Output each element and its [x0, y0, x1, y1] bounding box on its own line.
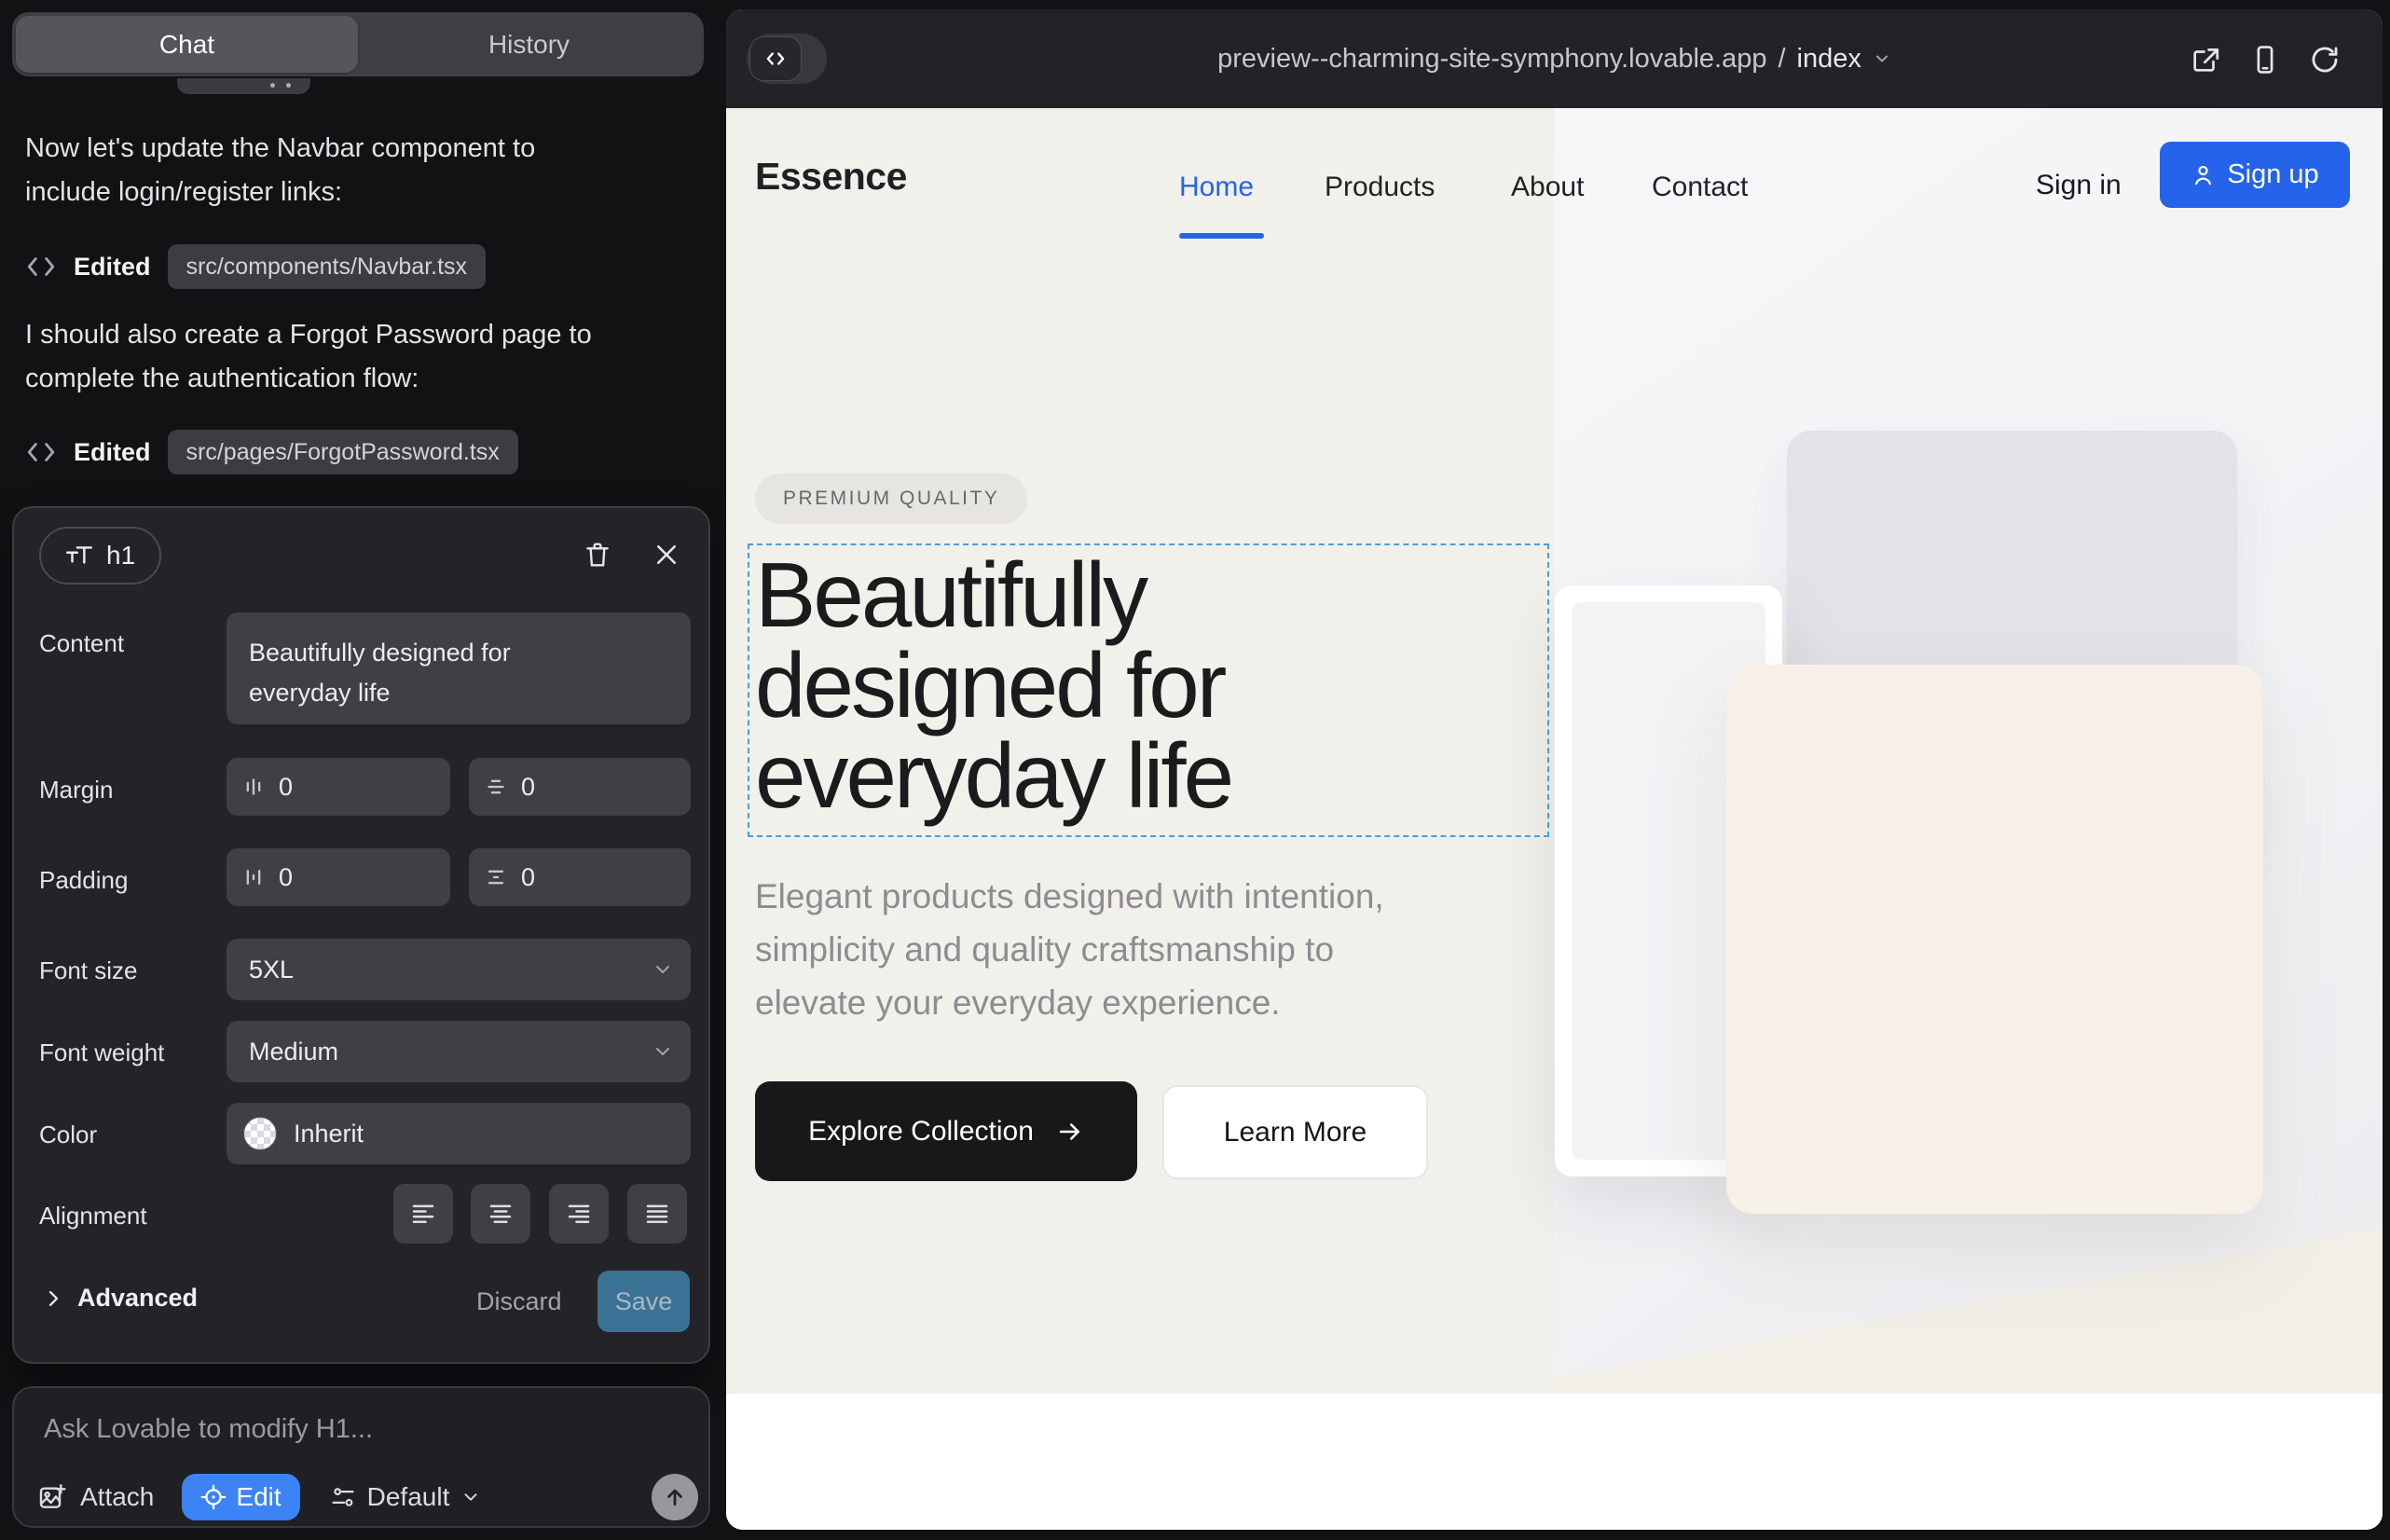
tab-history[interactable]: History: [358, 16, 700, 73]
code-icon: [25, 251, 57, 282]
element-editor-panel: h1 Content Beautifully designed for ever…: [12, 506, 710, 1364]
image-plus-icon: [37, 1482, 67, 1512]
composer-toolbar: Attach Edit Default: [37, 1474, 481, 1520]
nav-products[interactable]: Products: [1325, 172, 1435, 203]
premium-quality-badge: PREMIUM QUALITY: [755, 474, 1027, 524]
chat-message: Now let's update the Navbar component to…: [25, 127, 608, 214]
preview-pane: preview--charming-site-symphony.lovable.…: [726, 9, 2383, 1530]
send-button[interactable]: [652, 1474, 698, 1520]
discard-button[interactable]: Discard: [476, 1287, 562, 1316]
lovable-app: Chat History Now let's update the Navbar…: [0, 0, 2390, 1540]
target-icon: [200, 1484, 227, 1510]
site-canvas: Essence Home Products About Contact Sign…: [726, 108, 2383, 1530]
chevron-down-icon: [460, 1487, 481, 1507]
mobile-view-icon[interactable]: [2248, 43, 2282, 76]
preview-topbar: preview--charming-site-symphony.lovable.…: [726, 9, 2383, 108]
color-select[interactable]: Inherit: [227, 1103, 691, 1164]
align-left-button[interactable]: [393, 1184, 453, 1244]
open-external-icon[interactable]: [2189, 43, 2222, 76]
edited-file-row: Edited src/components/Navbar.tsx: [25, 244, 486, 289]
align-justify-button[interactable]: [627, 1184, 687, 1244]
url-separator: /: [1778, 44, 1785, 75]
prompt-input[interactable]: Ask Lovable to modify H1...: [44, 1414, 373, 1445]
prompt-composer[interactable]: Ask Lovable to modify H1... Attach Edit …: [12, 1386, 710, 1528]
preview-page: index: [1797, 44, 1861, 75]
align-center-button[interactable]: [471, 1184, 530, 1244]
padding-label: Padding: [39, 866, 128, 895]
tab-chat[interactable]: Chat: [16, 16, 358, 73]
chevron-down-icon: [652, 958, 674, 981]
edited-label: Edited: [74, 438, 151, 467]
padding-vertical-icon: [486, 867, 506, 887]
preview-url: preview--charming-site-symphony.lovable.…: [1217, 44, 1766, 75]
font-weight-select[interactable]: Medium: [227, 1021, 691, 1082]
font-size-select[interactable]: 5XL: [227, 939, 691, 1000]
margin-vertical-icon: [486, 777, 506, 797]
refresh-icon[interactable]: [2308, 43, 2342, 76]
delete-element-button[interactable]: [577, 534, 618, 575]
element-tag: h1: [106, 541, 135, 571]
advanced-toggle[interactable]: Advanced: [42, 1284, 198, 1313]
content-label: Content: [39, 629, 124, 658]
color-label: Color: [39, 1121, 97, 1149]
hero-description: Elegant products designed with intention…: [755, 870, 1435, 1029]
edited-label: Edited: [74, 253, 151, 282]
learn-more-button[interactable]: Learn More: [1162, 1085, 1428, 1179]
site-logo[interactable]: Essence: [755, 155, 907, 199]
padding-y-input[interactable]: 0: [469, 848, 691, 906]
nav-home[interactable]: Home: [1179, 172, 1254, 203]
type-icon: [65, 543, 93, 568]
code-preview-toggle[interactable]: [747, 34, 827, 84]
content-input[interactable]: Beautifully designed for everyday life: [227, 612, 691, 724]
align-right-button[interactable]: [549, 1184, 609, 1244]
margin-x-input[interactable]: 0: [227, 758, 450, 816]
font-size-label: Font size: [39, 956, 138, 985]
chevron-down-icon: [1873, 49, 1891, 68]
alignment-label: Alignment: [39, 1202, 147, 1231]
truncated-chip: [177, 78, 310, 94]
chevron-right-icon: [42, 1287, 64, 1310]
margin-horizontal-icon: [243, 777, 264, 797]
padding-x-input[interactable]: 0: [227, 848, 450, 906]
active-nav-underline: [1179, 233, 1264, 239]
attach-button[interactable]: Attach: [37, 1482, 154, 1512]
below-hero-section: [726, 1394, 2383, 1530]
model-default-button[interactable]: Default: [330, 1482, 482, 1512]
nav-about[interactable]: About: [1511, 172, 1584, 203]
padding-horizontal-icon: [243, 867, 264, 887]
code-icon: [749, 36, 802, 81]
edit-mode-button[interactable]: Edit: [182, 1474, 299, 1520]
edited-file-row: Edited src/pages/ForgotPassword.tsx: [25, 430, 518, 474]
color-swatch: [243, 1117, 277, 1150]
hero-card-cream: [1726, 665, 2263, 1214]
sliders-icon: [330, 1484, 356, 1510]
sign-in-link[interactable]: Sign in: [2036, 170, 2122, 201]
chevron-down-icon: [652, 1040, 674, 1063]
margin-y-input[interactable]: 0: [469, 758, 691, 816]
file-chip[interactable]: src/components/Navbar.tsx: [168, 244, 487, 289]
preview-url-dropdown[interactable]: preview--charming-site-symphony.lovable.…: [726, 9, 2383, 108]
arrow-right-icon: [1056, 1118, 1084, 1146]
close-icon[interactable]: [646, 534, 687, 575]
arrow-up-icon: [663, 1485, 687, 1509]
font-weight-label: Font weight: [39, 1038, 164, 1067]
explore-collection-button[interactable]: Explore Collection: [755, 1081, 1137, 1181]
user-icon: [2191, 162, 2216, 187]
chat-message: I should also create a Forgot Password p…: [25, 313, 608, 401]
file-chip[interactable]: src/pages/ForgotPassword.tsx: [168, 430, 518, 474]
chat-history-tabs: Chat History: [12, 12, 704, 76]
nav-contact[interactable]: Contact: [1652, 172, 1748, 203]
margin-label: Margin: [39, 776, 113, 804]
code-icon: [25, 436, 57, 468]
hero-headline[interactable]: Beautifully designed for everyday life: [755, 550, 1510, 821]
sign-up-button[interactable]: Sign up: [2160, 142, 2350, 208]
selected-element-badge[interactable]: h1: [39, 527, 161, 584]
save-button[interactable]: Save: [598, 1271, 690, 1332]
